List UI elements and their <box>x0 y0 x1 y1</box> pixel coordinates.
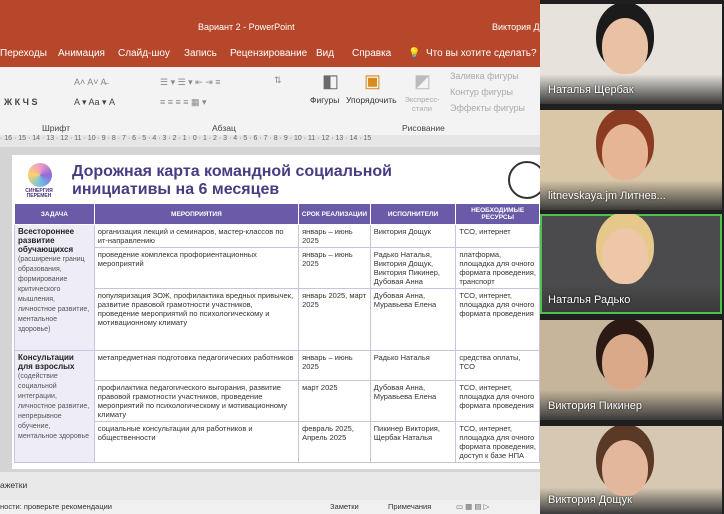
event-cell[interactable]: метапредметная подготовка педагогических… <box>93 350 300 381</box>
task-title: Консультации для взрослых <box>18 353 75 371</box>
shapes-button[interactable]: Фигуры <box>310 95 339 105</box>
executor-cell[interactable]: Радько Наталья <box>369 350 457 381</box>
notes-toggle-button[interactable]: Заметки <box>330 502 359 511</box>
task-cell[interactable]: Всестороннее развитие обучающихся (расши… <box>14 224 95 351</box>
resource-cell[interactable]: средства оплаты, ТСО <box>455 350 540 381</box>
notes-placeholder[interactable]: ажетки <box>0 480 27 490</box>
participant-tile[interactable]: Наталья Щербак <box>540 4 722 104</box>
comments-toggle-button[interactable]: Примечания <box>388 502 431 511</box>
resource-cell[interactable]: ТСО, интернет, площадка для очного форма… <box>455 421 540 463</box>
resource-cell[interactable]: ТСО, интернет, площадка для очного форма… <box>455 288 540 351</box>
participant-video <box>602 228 648 284</box>
roadmap-table[interactable]: ЗАДАЧА МЕРОПРИЯТИЯ СРОК РЕАЛИЗАЦИИ ИСПОЛ… <box>14 203 540 463</box>
participant-name: Наталья Радько <box>548 294 631 306</box>
partner-logo-icon <box>508 161 540 199</box>
participant-name: Виктория Дощук <box>548 494 632 506</box>
direction-icon[interactable]: ⇅ <box>274 75 282 86</box>
group-drawing-label: Рисование <box>402 123 445 133</box>
shape-effects-button[interactable]: Эффекты фигуры <box>450 103 525 113</box>
term-cell[interactable]: январь – июнь 2025 <box>298 247 371 289</box>
task-title: Всестороннее развитие обучающихся <box>18 227 75 254</box>
align-icons[interactable]: ≡ ≡ ≡ ≡ ▦ ▾ <box>160 97 207 108</box>
logo-text: СИНЕРГИЯ ПЕРЕМЕН <box>25 188 53 199</box>
participant-video <box>602 440 648 496</box>
window-title: Вариант 2 - PowerPoint <box>198 22 295 32</box>
task-description: (расширение границ образования, формиров… <box>18 256 90 333</box>
participant-name: litnevskaya.jm Литнев... <box>548 190 666 202</box>
font-size-icon[interactable]: A˄ A˅ A̶ <box>74 77 107 87</box>
account-name[interactable]: Виктория До <box>492 22 545 32</box>
ruler: · 16 · 15 · 14 · 13 · 12 · 11 · 10 · 9 ·… <box>0 135 540 147</box>
participant-name: Виктория Пикинер <box>548 400 643 412</box>
table-row[interactable]: Всестороннее развитие обучающихся (расши… <box>14 224 540 351</box>
participant-video <box>602 124 648 180</box>
event-cell[interactable]: популяризация ЗОЖ, профилактика вредных … <box>93 288 300 351</box>
tab-slideshow[interactable]: Слайд-шоу <box>118 48 170 59</box>
event-cell[interactable]: проведение комплекса профориентационных … <box>93 247 300 289</box>
tab-animation[interactable]: Анимация <box>58 48 105 59</box>
arrange-icon[interactable]: ▣ <box>364 71 381 92</box>
tab-record[interactable]: Запись <box>184 48 217 59</box>
resource-cell[interactable]: платформа, площадка для очного формата п… <box>455 247 540 289</box>
task-description: (содействие социальной интеграции, лично… <box>18 373 90 440</box>
logo-emblem-icon <box>28 163 52 187</box>
term-cell[interactable]: январь – июнь 2025 <box>298 224 371 248</box>
slide-workspace: СИНЕРГИЯ ПЕРЕМЕН Дорожная карта командно… <box>0 147 540 472</box>
executor-cell[interactable]: Виктория Дощук <box>369 224 457 248</box>
synergy-logo: СИНЕРГИЯ ПЕРЕМЕН <box>18 163 60 199</box>
tab-transitions[interactable]: Переходы <box>0 48 47 59</box>
term-cell[interactable]: март 2025 <box>298 380 371 422</box>
group-font-label: Шрифт <box>42 123 70 133</box>
term-cell[interactable]: февраль 2025, Апрель 2025 <box>298 421 371 463</box>
participant-tile[interactable]: Виктория Дощук <box>540 426 722 514</box>
header-events: МЕРОПРИЯТИЯ <box>93 203 300 225</box>
font-color-icon[interactable]: A ▾ Aа ▾ A <box>74 97 115 108</box>
header-term: СРОК РЕАЛИЗАЦИИ <box>298 203 371 225</box>
executor-cell[interactable]: Радько Наталья, Виктория Дощук, Виктория… <box>369 247 457 289</box>
view-icons[interactable]: ▭ ▦ ▤ ▷ <box>456 502 489 511</box>
table-header-row: ЗАДАЧА МЕРОПРИЯТИЯ СРОК РЕАЛИЗАЦИИ ИСПОЛ… <box>14 203 540 225</box>
quick-styles-button[interactable]: Экспресс-стили <box>402 95 442 113</box>
header-resources: НЕОБХОДИМЫЕ РЕСУРСЫ <box>455 203 540 225</box>
slide-canvas[interactable]: СИНЕРГИЯ ПЕРЕМЕН Дорожная карта командно… <box>12 155 540 469</box>
table-row[interactable]: Консультации для взрослых (содействие со… <box>14 350 540 463</box>
notes-pane[interactable]: ажетки <box>0 472 540 500</box>
list-icons[interactable]: ☰ ▾ ☰ ▾ ⇤ ⇥ ≡ <box>160 77 221 88</box>
executor-cell[interactable]: Пикинер Виктория, Щербак Наталья <box>369 421 457 463</box>
header-task: ЗАДАЧА <box>14 203 95 225</box>
resource-cell[interactable]: ТСО, интернет <box>455 224 540 248</box>
resource-cell[interactable]: ТСО, интернет, площадка для очного форма… <box>455 380 540 422</box>
lightbulb-icon: 💡 <box>408 48 421 59</box>
event-cell[interactable]: социальные консультации для работников и… <box>93 421 300 463</box>
participant-name: Наталья Щербак <box>548 84 634 96</box>
event-cell[interactable]: организация лекций и семинаров, мастер-к… <box>93 224 300 248</box>
accessibility-status[interactable]: ности: проверьте рекомендации <box>0 502 112 511</box>
shapes-icon[interactable]: ◧ <box>322 71 339 92</box>
task-cell[interactable]: Консультации для взрослых (содействие со… <box>14 350 95 463</box>
executor-cell[interactable]: Дубовая Анна, Муравьева Елена <box>369 380 457 422</box>
participant-tile[interactable]: litnevskaya.jm Литнев... <box>540 110 722 210</box>
event-cell[interactable]: профилактика педагогического выгорания, … <box>93 380 300 422</box>
arrange-button[interactable]: Упорядочить <box>346 95 397 105</box>
participant-tile-active-speaker[interactable]: Наталья Радько <box>540 214 722 314</box>
participant-video <box>602 18 648 74</box>
tell-me-search[interactable]: Что вы хотите сделать? <box>426 48 537 59</box>
shape-outline-button[interactable]: Контур фигуры <box>450 87 513 97</box>
slide-title[interactable]: Дорожная карта командной социальной иниц… <box>72 163 472 199</box>
participant-tile[interactable]: Виктория Пикинер <box>540 320 722 420</box>
term-cell[interactable]: январь – июнь 2025 <box>298 350 371 381</box>
tab-view[interactable]: Вид <box>316 48 334 59</box>
quick-styles-icon[interactable]: ◩ <box>414 71 431 92</box>
shape-fill-button[interactable]: Заливка фигуры <box>450 71 519 81</box>
header-executors: ИСПОЛНИТЕЛИ <box>369 203 457 225</box>
executor-cell[interactable]: Дубовая Анна, Муравьева Елена <box>369 288 457 351</box>
bold-italic-buttons[interactable]: Ж К Ч S <box>4 97 37 107</box>
tab-help[interactable]: Справка <box>352 48 391 59</box>
term-cell[interactable]: январь 2025, март 2025 <box>298 288 371 351</box>
participant-video <box>602 334 648 390</box>
video-panel: Наталья Щербак litnevskaya.jm Литнев... … <box>540 0 724 514</box>
tab-review[interactable]: Рецензирование <box>230 48 307 59</box>
group-paragraph-label: Абзац <box>212 123 236 133</box>
